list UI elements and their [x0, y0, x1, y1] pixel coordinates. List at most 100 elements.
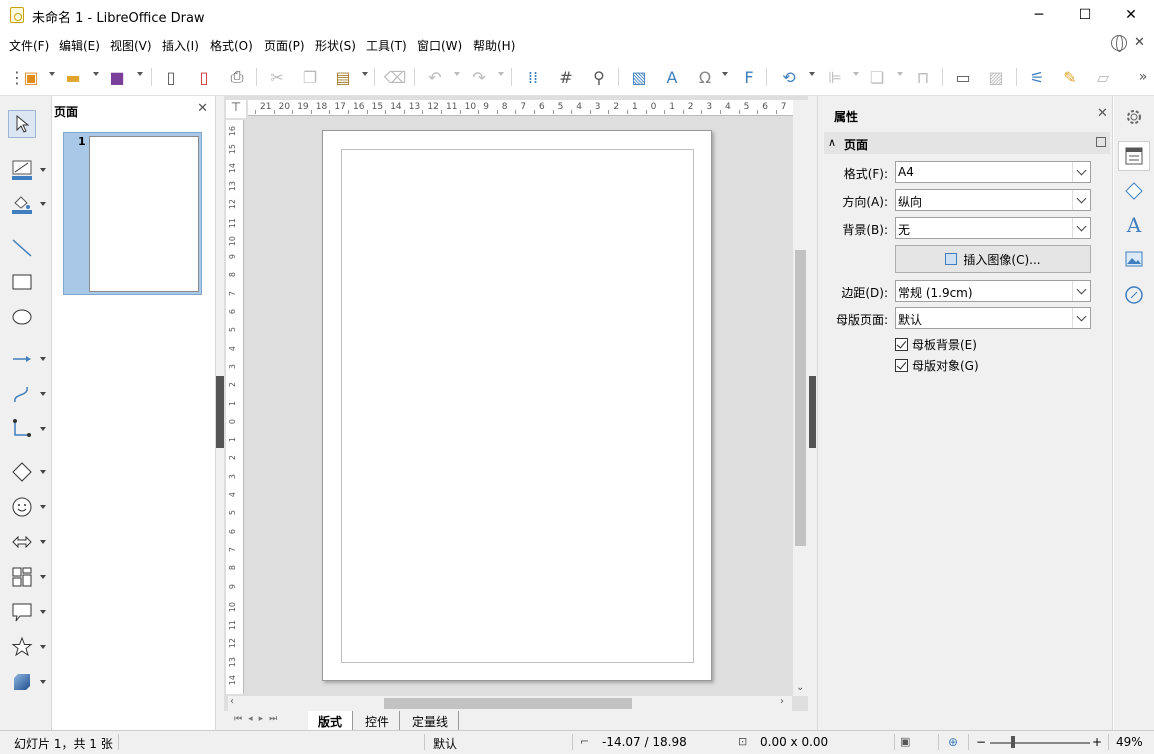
flowchart-icon[interactable] [8, 563, 36, 591]
menu-insert[interactable]: 插入(I) [162, 37, 199, 54]
sidebar-shapes-icon[interactable] [1118, 176, 1150, 206]
open-folder-icon[interactable]: ▬ [62, 66, 84, 88]
helplines-icon[interactable]: # [555, 66, 577, 88]
checkbox-checked-icon[interactable] [895, 359, 908, 372]
right-panel-splitter[interactable] [808, 96, 817, 730]
callout-icon[interactable] [8, 598, 36, 626]
zoom-slider[interactable] [990, 742, 1090, 744]
scroll-left-icon[interactable]: ‹ [230, 696, 234, 707]
orientation-select[interactable]: 纵向 [895, 189, 1091, 211]
margins-select[interactable]: 常规 (1.9cm) [895, 280, 1091, 302]
paste-dropdown-icon[interactable] [362, 72, 368, 76]
globe-icon[interactable] [1111, 35, 1127, 52]
open-dropdown-icon[interactable] [93, 72, 99, 76]
save-icon[interactable]: ■ [106, 66, 128, 88]
menu-view[interactable]: 视图(V) [110, 37, 152, 54]
cut-icon[interactable]: ✂ [266, 66, 288, 88]
new-dropdown-icon[interactable] [49, 72, 55, 76]
shadow-icon[interactable]: ▭ [952, 66, 974, 88]
fill-color-icon[interactable] [8, 190, 36, 218]
menu-help[interactable]: 帮助(H) [473, 37, 515, 54]
export-pdf-icon[interactable]: ▯ [193, 66, 215, 88]
undo-dropdown-icon[interactable] [454, 72, 460, 76]
clone-formatting-icon[interactable]: ⌫ [384, 66, 407, 88]
distribute-icon[interactable]: ⊓ [912, 66, 934, 88]
horizontal-scrollbar-thumb[interactable] [384, 698, 632, 709]
print-icon[interactable]: ⎙ [226, 66, 248, 88]
align-objects-icon[interactable]: ⊫ [824, 66, 846, 88]
connector-tool-icon[interactable] [8, 415, 36, 443]
close-document-icon[interactable]: ✕ [1134, 35, 1145, 50]
background-select[interactable]: 无 [895, 217, 1091, 239]
arrange-dropdown-icon[interactable] [897, 72, 903, 76]
horizontal-ruler[interactable]: 21 20 19 18 17 16 15 14 13 12 11 10 9 8 7 6 5 4 3 2 1 0 1 2 3 4 5 6… [248, 100, 794, 116]
chevron-down-icon[interactable] [1072, 308, 1090, 328]
points-icon[interactable]: ⚟ [1026, 66, 1048, 88]
tab-dimension-lines[interactable]: 定量线 [402, 711, 460, 730]
ruler-origin-icon[interactable]: ⊤ [226, 100, 246, 118]
grid-icon[interactable]: ⁞⁞ [522, 66, 544, 88]
pages-panel-close-icon[interactable]: ✕ [197, 101, 208, 116]
chevron-down-icon[interactable] [1072, 281, 1090, 301]
maximize-button[interactable]: ☐ [1062, 0, 1108, 30]
rectangle-tool-icon[interactable] [8, 268, 36, 296]
page-thumbnail[interactable]: 1 [63, 132, 202, 295]
line-tool-icon[interactable] [8, 234, 36, 262]
vertical-scrollbar[interactable]: ⌄ [793, 100, 808, 696]
chevron-down-icon[interactable] [1072, 190, 1090, 210]
insert-textbox-icon[interactable]: A [661, 66, 683, 88]
menu-edit[interactable]: 编辑(E) [59, 37, 100, 54]
fit-page-icon[interactable]: ⊕ [948, 735, 958, 749]
vertical-ruler[interactable]: 16 15 14 13 12 11 10 9 8 7 6 5 4 3 2 1 0 1 2 3 4 5 6 7 8 9 10 11 12 1… [226, 120, 244, 694]
ellipse-tool-icon[interactable] [8, 303, 36, 331]
zoom-level[interactable]: 49% [1116, 735, 1143, 749]
sidebar-properties-icon[interactable] [1118, 141, 1150, 171]
transformations-icon[interactable]: ⟲ [778, 66, 800, 88]
arrow-line-icon[interactable] [8, 345, 36, 373]
zoom-slider-thumb[interactable] [1011, 736, 1015, 748]
master-objects-checkbox[interactable]: 母版对象(G) [895, 357, 979, 374]
checkbox-checked-icon[interactable] [895, 338, 908, 351]
redo-dropdown-icon[interactable] [498, 72, 504, 76]
tab-navigation-icon[interactable]: ⏮◂▸⏭ [234, 714, 283, 724]
master-background-checkbox[interactable]: 母板背景(E) [895, 336, 977, 353]
insert-image-icon[interactable]: ▧ [628, 66, 650, 88]
3d-objects-icon[interactable] [8, 668, 36, 696]
crop-image-icon[interactable]: ▨ [985, 66, 1007, 88]
scroll-right-icon[interactable]: › [780, 696, 784, 707]
zoom-icon[interactable]: ⚲ [588, 66, 610, 88]
horizontal-scrollbar[interactable]: ‹ › [228, 696, 792, 711]
document-modified-icon[interactable]: ▣ [900, 735, 910, 748]
tab-layout[interactable]: 版式 [308, 711, 354, 730]
menu-tools[interactable]: 工具(T) [366, 37, 407, 54]
undo-icon[interactable]: ↶ [424, 66, 446, 88]
zoom-out-icon[interactable]: − [976, 735, 986, 749]
toggle-extrusion-icon[interactable]: ▱ [1092, 66, 1114, 88]
export-icon[interactable]: ▯ [160, 66, 182, 88]
sidebar-settings-icon[interactable] [1118, 102, 1150, 132]
menu-page[interactable]: 页面(P) [264, 37, 305, 54]
chevron-down-icon[interactable] [1072, 218, 1090, 238]
menu-file[interactable]: 文件(F) [9, 37, 49, 54]
transformations-dropdown-icon[interactable] [809, 72, 815, 76]
more-tools-icon[interactable]: » [1132, 66, 1154, 88]
more-options-icon[interactable] [1096, 137, 1106, 147]
special-character-dropdown-icon[interactable] [722, 72, 728, 76]
close-button[interactable]: ✕ [1108, 0, 1154, 30]
select-icon[interactable] [8, 110, 36, 138]
sidebar-navigator-icon[interactable] [1118, 280, 1150, 310]
vertical-scrollbar-thumb[interactable] [795, 250, 806, 546]
copy-icon[interactable]: ❐ [299, 66, 321, 88]
format-select[interactable]: A4 [895, 161, 1091, 183]
paste-icon[interactable]: ▤ [332, 66, 354, 88]
symbol-shapes-icon[interactable] [8, 493, 36, 521]
zoom-in-icon[interactable]: + [1092, 735, 1102, 749]
page-canvas[interactable] [322, 130, 712, 681]
chevron-down-icon[interactable] [1072, 162, 1090, 182]
curve-tool-icon[interactable] [8, 380, 36, 408]
properties-close-icon[interactable]: ✕ [1097, 106, 1108, 121]
insert-image-button[interactable]: 插入图像(C)... [895, 245, 1091, 273]
basic-shapes-icon[interactable] [8, 458, 36, 486]
master-page-select[interactable]: 默认 [895, 307, 1091, 329]
sidebar-styles-icon[interactable]: A [1118, 210, 1150, 240]
